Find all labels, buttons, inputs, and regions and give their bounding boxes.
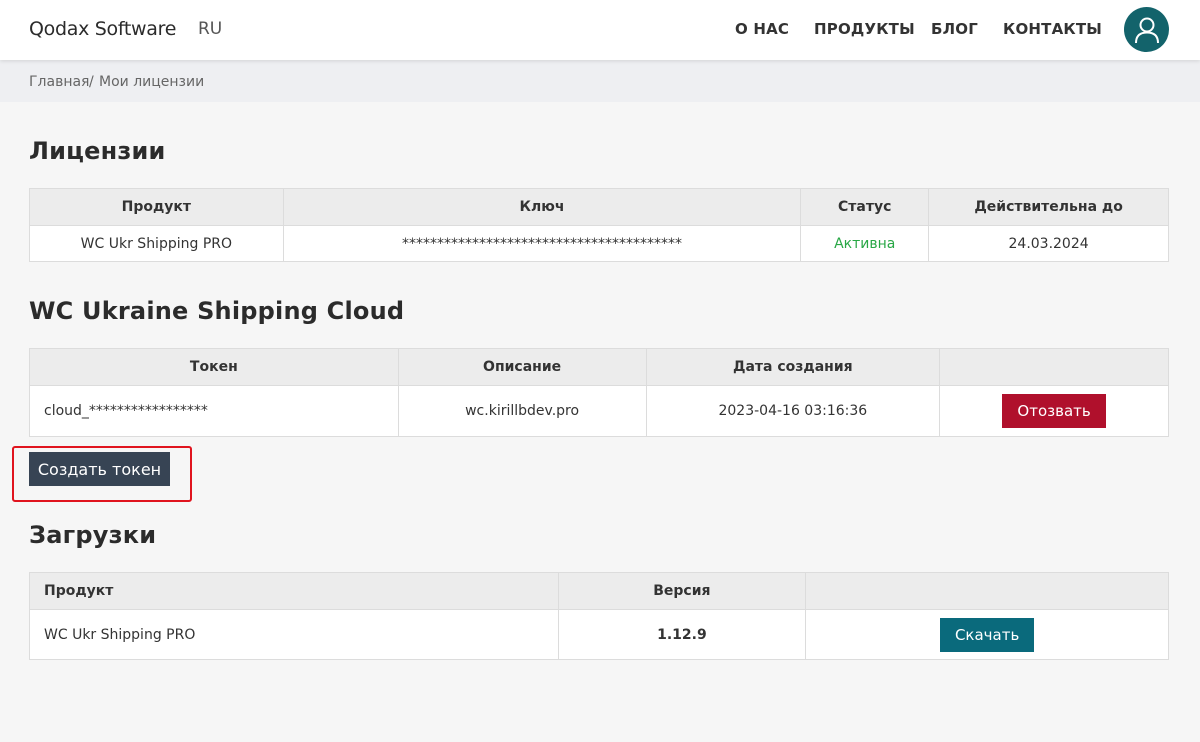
table-header-row: Продукт Версия: [29, 572, 1169, 610]
token-description: wc.kirillbdev.pro: [397, 385, 647, 437]
column-header: Действительна до: [928, 188, 1169, 226]
breadcrumb-home[interactable]: Главная: [29, 74, 89, 90]
table-row: cloud_***************** wc.kirillbdev.pr…: [29, 385, 1169, 437]
license-key: ****************************************: [282, 225, 802, 262]
license-valid-until: 24.03.2024: [928, 225, 1169, 262]
table-header-row: Токен Описание Дата создания: [29, 348, 1169, 386]
nav-about[interactable]: О НАС: [735, 20, 789, 38]
licenses-title: Лицензии: [29, 137, 166, 165]
language-switch[interactable]: RU: [198, 19, 222, 39]
token-created: 2023-04-16 03:16:36: [645, 385, 941, 437]
column-header: [805, 572, 1169, 610]
revoke-button[interactable]: Отозвать: [1002, 394, 1106, 428]
cloud-tokens-table: Токен Описание Дата создания cloud_*****…: [29, 348, 1169, 437]
licenses-table: Продукт Ключ Статус Действительна до WC …: [29, 188, 1169, 262]
brand-logo[interactable]: Qodax Software: [29, 18, 176, 40]
column-header: Версия: [557, 572, 807, 610]
license-product: WC Ukr Shipping PRO: [29, 225, 284, 262]
breadcrumb: Главная / Мои лицензии: [0, 60, 1200, 102]
user-avatar-button[interactable]: [1124, 7, 1169, 52]
download-actions: Скачать: [805, 609, 1169, 660]
column-header: Продукт: [29, 188, 284, 226]
column-header: [939, 348, 1169, 386]
download-version: 1.12.9: [557, 609, 807, 660]
column-header: Ключ: [282, 188, 802, 226]
nav-products[interactable]: ПРОДУКТЫ: [814, 20, 915, 38]
column-header: Токен: [29, 348, 399, 386]
column-header: Статус: [800, 188, 930, 226]
table-header-row: Продукт Ключ Статус Действительна до: [29, 188, 1169, 226]
create-token-button[interactable]: Создать токен: [29, 452, 170, 486]
table-row: WC Ukr Shipping PRO ********************…: [29, 225, 1169, 262]
breadcrumb-current: Мои лицензии: [99, 74, 205, 90]
downloads-title: Загрузки: [29, 521, 157, 549]
breadcrumb-separator: /: [89, 74, 94, 90]
column-header: Описание: [397, 348, 647, 386]
table-row: WC Ukr Shipping PRO 1.12.9 Скачать: [29, 609, 1169, 660]
downloads-table: Продукт Версия WC Ukr Shipping PRO 1.12.…: [29, 572, 1169, 660]
user-icon: [1134, 17, 1159, 43]
download-button[interactable]: Скачать: [939, 617, 1035, 652]
column-header: Дата создания: [645, 348, 941, 386]
token-actions: Отозвать: [939, 385, 1169, 437]
column-header: Продукт: [29, 572, 559, 610]
cloud-title: WC Ukraine Shipping Cloud: [29, 297, 405, 325]
license-status: Активна: [800, 225, 930, 262]
nav-contacts[interactable]: КОНТАКТЫ: [1003, 20, 1102, 38]
top-header: Qodax Software RU О НАС ПРОДУКТЫ БЛОГ КО…: [0, 0, 1200, 60]
token-value: cloud_*****************: [29, 385, 399, 437]
download-product: WC Ukr Shipping PRO: [29, 609, 559, 660]
nav-blog[interactable]: БЛОГ: [931, 20, 978, 38]
